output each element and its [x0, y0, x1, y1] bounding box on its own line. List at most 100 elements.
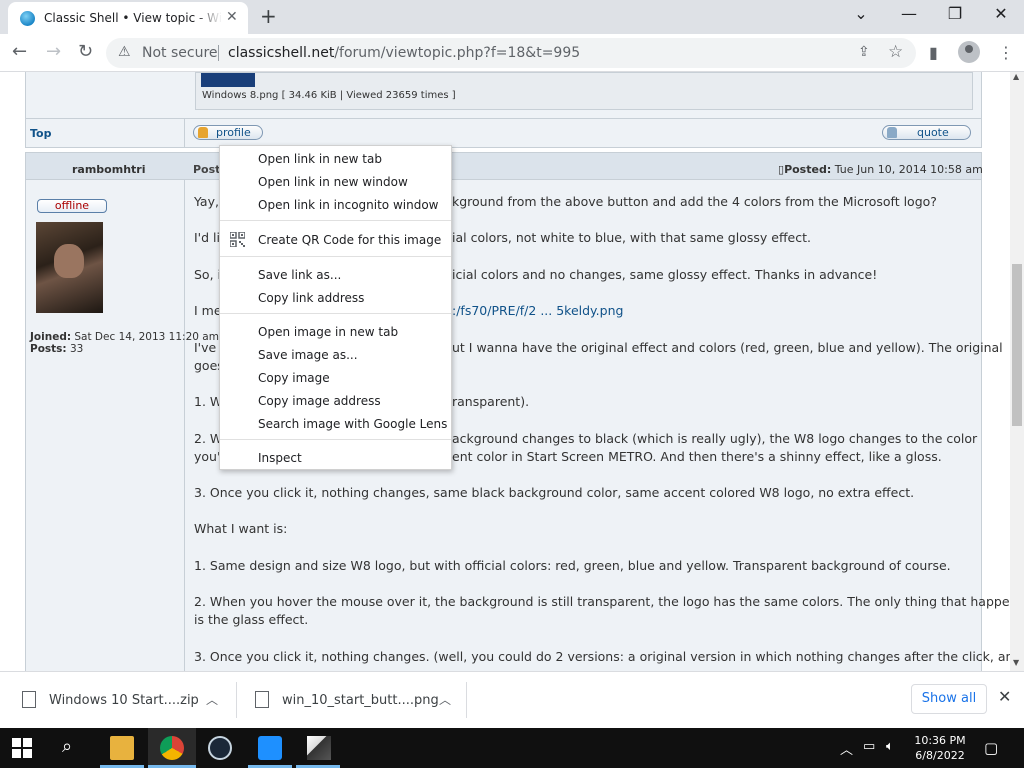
- browser-tab[interactable]: Classic Shell • View topic - Windows 10 …: [8, 2, 248, 34]
- chevron-up-icon[interactable]: ︿: [439, 691, 451, 708]
- show-all-downloads-button[interactable]: Show all: [911, 684, 987, 714]
- post-line-2-right: ial colors, not white to blue, with that…: [452, 230, 811, 245]
- volume-icon[interactable]: 🔈︎: [886, 739, 894, 754]
- warning-icon[interactable]: ⚠: [118, 44, 131, 60]
- image-file-icon: [255, 691, 269, 708]
- profile-avatar-icon[interactable]: [958, 41, 980, 63]
- scroll-thumb[interactable]: [1012, 264, 1022, 426]
- post-line-3-left: So, i: [194, 267, 222, 282]
- tray-chevron-icon[interactable]: ︿: [840, 739, 853, 758]
- menu-separator: [220, 313, 451, 314]
- address-bar[interactable]: ⚠ Not secure classicshell.net/forum/view…: [106, 38, 916, 68]
- windows-start-icon[interactable]: [12, 738, 32, 758]
- post-line-5-right: ut I wanna have the original effect and …: [452, 340, 1003, 355]
- menu-copy-image-address[interactable]: Copy image address: [258, 394, 381, 408]
- menu-save-link-as[interactable]: Save link as...: [258, 268, 341, 282]
- download-divider: [466, 682, 467, 718]
- menu-inspect[interactable]: Inspect: [258, 451, 302, 465]
- url-path: /forum/viewtopic.php?f=18&t=995: [334, 45, 581, 61]
- posts-value: 33: [69, 343, 84, 355]
- network-icon[interactable]: ▭: [863, 739, 875, 754]
- post-line-10: 3. Once you click it, nothing changes, s…: [194, 485, 915, 500]
- tab-search-icon[interactable]: ⌄: [846, 4, 876, 23]
- menu-kebab-icon[interactable]: ⋮: [998, 43, 1014, 62]
- chevron-up-icon[interactable]: ︿: [206, 691, 218, 708]
- bookmark-star-icon[interactable]: ☆: [888, 42, 903, 62]
- forward-icon[interactable]: →: [46, 41, 61, 62]
- minimize-icon[interactable]: —: [894, 4, 924, 23]
- profile-button[interactable]: profile: [193, 125, 263, 140]
- user-icon: [198, 127, 208, 138]
- posted-date: Tue Jun 10, 2014 10:58 am: [834, 163, 983, 176]
- post-line-8-right: ackground changes to black (which is rea…: [452, 431, 978, 446]
- top-link[interactable]: Top: [30, 127, 51, 140]
- back-icon[interactable]: ←: [12, 41, 27, 62]
- post-line-5-left: I've: [194, 340, 217, 355]
- post-line-12: 1. Same design and size W8 logo, but wit…: [194, 558, 951, 573]
- post-line-9-left: you': [194, 449, 221, 464]
- post-link[interactable]: :/fs70/PRE/f/2 ... 5keldy.png: [452, 302, 623, 320]
- post-line-13: 2. When you hover the mouse over it, the…: [194, 594, 1010, 609]
- post-line-4-left: I me: [194, 303, 222, 318]
- url-text[interactable]: classicshell.net/forum/viewtopic.php?f=1…: [228, 45, 580, 61]
- attachment-thumbnail[interactable]: [201, 73, 255, 87]
- post-author[interactable]: rambomhtri: [72, 163, 146, 176]
- quote-icon: [887, 127, 897, 138]
- profile-info: Joined: Sat Dec 14, 2013 11:20 am Posts:…: [30, 331, 219, 355]
- menu-separator: [220, 439, 451, 440]
- notification-icon[interactable]: ▢: [984, 739, 998, 757]
- attachment-box: Windows 8.png [ 34.46 KiB | Viewed 23659…: [195, 72, 973, 110]
- scroll-up-icon[interactable]: ▲: [1013, 72, 1019, 81]
- post-subject-prefix: Post: [193, 163, 221, 176]
- download-item[interactable]: win_10_start_butt....png ︿: [237, 672, 466, 728]
- site-favicon-icon: [20, 11, 35, 26]
- menu-open-link-new-tab[interactable]: Open link in new tab: [258, 152, 382, 166]
- menu-copy-link-address[interactable]: Copy link address: [258, 291, 364, 305]
- menu-open-image-new-tab[interactable]: Open image in new tab: [258, 325, 398, 339]
- tab-title: Classic Shell • View topic - Windows 10 …: [44, 11, 222, 25]
- not-secure-label[interactable]: Not secure: [142, 45, 218, 61]
- side-panel-icon[interactable]: ▮: [929, 43, 938, 62]
- clock-date: 6/8/2022: [915, 749, 965, 762]
- posts-label: Posts:: [30, 343, 67, 355]
- tab-strip: Classic Shell • View topic - Windows 10 …: [0, 0, 1024, 34]
- menu-save-image-as[interactable]: Save image as...: [258, 348, 358, 362]
- download-item[interactable]: Windows 10 Start....zip ︿: [0, 672, 236, 728]
- browser-toolbar: ← → ↻ ⚠ Not secure classicshell.net/foru…: [0, 34, 1024, 72]
- joined-label: Joined:: [30, 331, 72, 343]
- chrome-icon[interactable]: [160, 736, 184, 760]
- close-window-icon[interactable]: ✕: [986, 4, 1016, 23]
- menu-create-qr-code[interactable]: Create QR Code for this image: [258, 233, 441, 247]
- url-host: classicshell.net: [228, 45, 335, 61]
- reload-icon[interactable]: ↻: [78, 41, 93, 62]
- post-line-1-right: kground from the above button and add th…: [452, 194, 937, 209]
- system-clock[interactable]: 10:36 PM 6/8/2022: [910, 733, 970, 763]
- quote-button[interactable]: quote: [882, 125, 971, 140]
- steam-icon[interactable]: [208, 736, 232, 760]
- tab-close-icon[interactable]: ✕: [226, 9, 238, 25]
- posted-label: Posted:: [784, 163, 832, 176]
- post-line-9-right: ent color in Start Screen METRO. And the…: [452, 449, 942, 464]
- menu-open-link-new-window[interactable]: Open link in new window: [258, 175, 408, 189]
- menu-open-link-incognito[interactable]: Open link in incognito window: [258, 198, 438, 212]
- profile-button-label: profile: [216, 126, 251, 139]
- download-app-icon[interactable]: [258, 736, 282, 760]
- zip-file-icon: [22, 691, 36, 708]
- photos-icon[interactable]: [307, 736, 331, 760]
- post-line-7-right: ransparent).: [452, 394, 530, 409]
- post-controls-row: [25, 118, 982, 148]
- post-line-14: is the glass effect.: [194, 612, 309, 627]
- search-icon[interactable]: ⌕: [62, 736, 86, 760]
- new-tab-button[interactable]: +: [260, 4, 277, 28]
- post-line-3-right: icial colors and no changes, same glossy…: [452, 267, 878, 282]
- menu-search-image-google-lens[interactable]: Search image with Google Lens: [258, 417, 447, 431]
- restore-icon[interactable]: ❐: [940, 4, 970, 23]
- share-icon[interactable]: ⇪: [858, 44, 870, 60]
- scroll-down-icon[interactable]: ▼: [1013, 658, 1019, 667]
- close-download-shelf-icon[interactable]: ✕: [998, 687, 1011, 706]
- menu-copy-image[interactable]: Copy image: [258, 371, 330, 385]
- page-scrollbar[interactable]: ▲ ▼: [1010, 72, 1024, 671]
- file-explorer-icon[interactable]: [110, 736, 134, 760]
- qr-code-icon: [230, 232, 245, 247]
- menu-separator: [220, 256, 451, 257]
